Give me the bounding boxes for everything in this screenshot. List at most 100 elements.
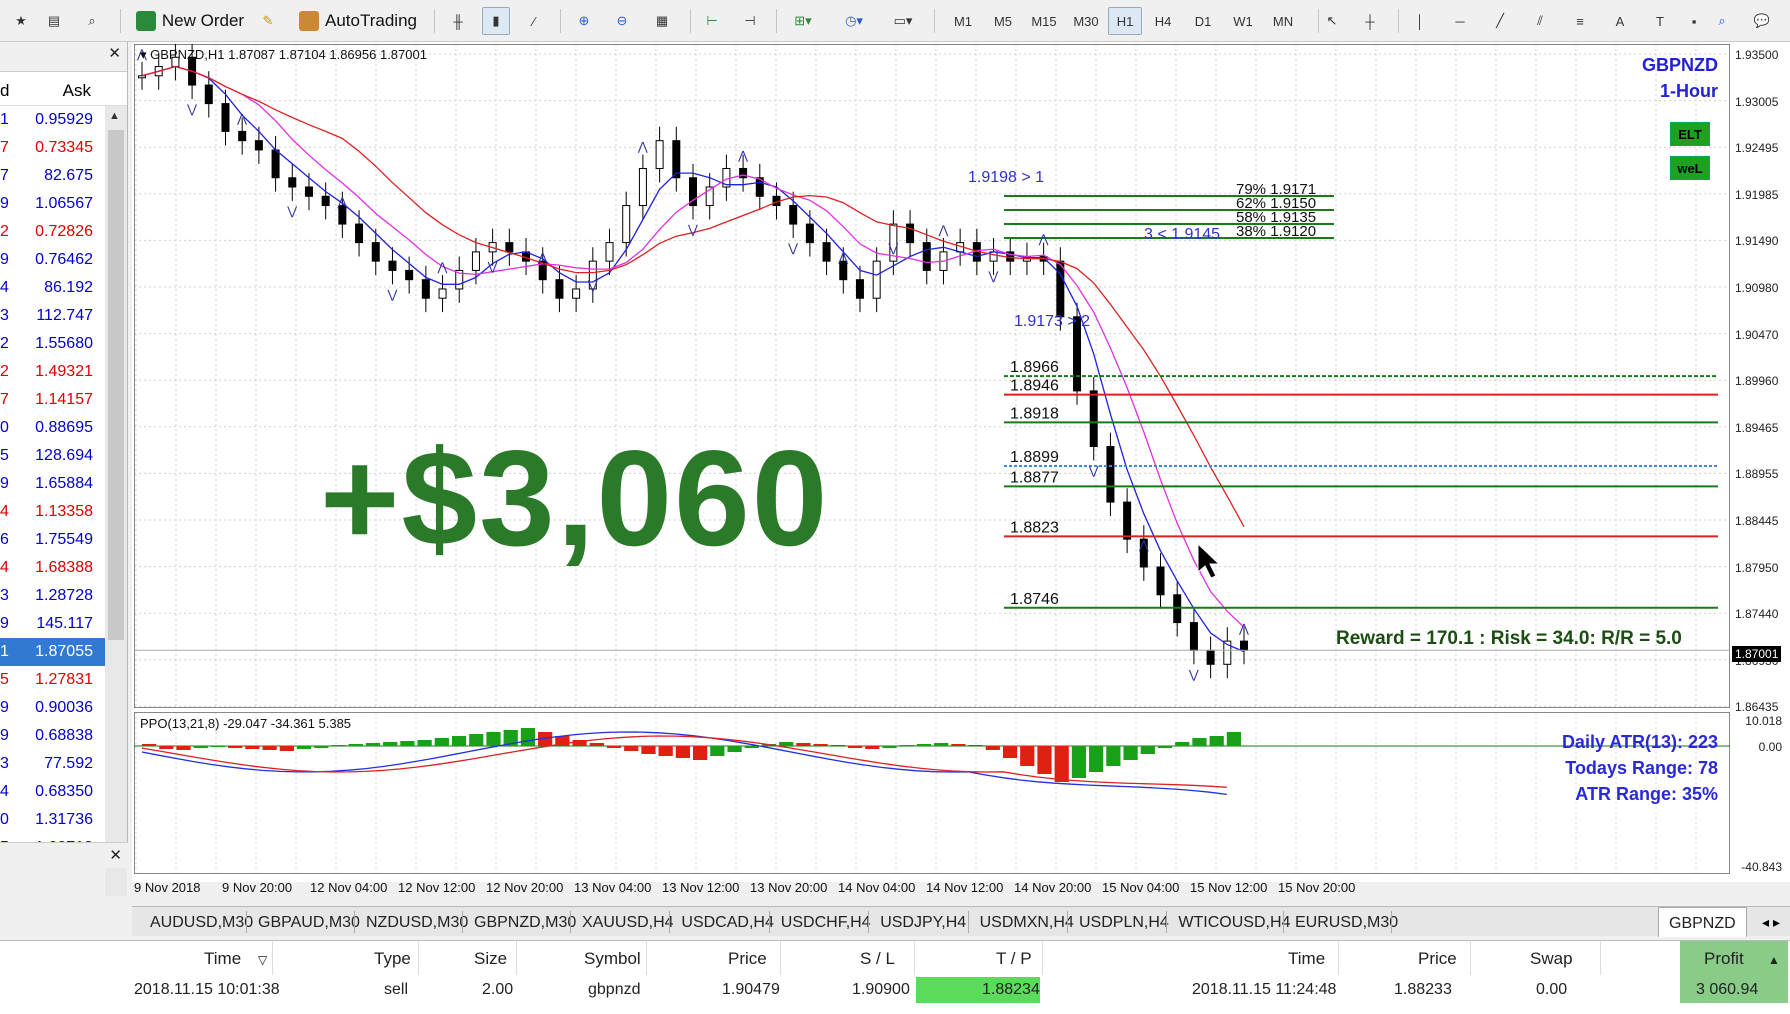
chart-tab[interactable]: GBPAUD,M30 bbox=[258, 914, 360, 932]
candlestick-chart-icon[interactable]: ▮ bbox=[482, 7, 510, 35]
tab-divider bbox=[768, 911, 770, 933]
close-icon[interactable]: ✕ bbox=[108, 44, 121, 62]
timeframe-d1[interactable]: D1 bbox=[1186, 7, 1220, 35]
trade-profit[interactable]: 3 060.94 bbox=[1696, 981, 1758, 999]
level-label: 1.8823 bbox=[1010, 519, 1059, 536]
timeframe-m15[interactable]: M15 bbox=[1024, 7, 1064, 35]
indicators-icon[interactable]: ⊞▾ bbox=[786, 7, 820, 35]
header-price[interactable]: Price bbox=[728, 949, 767, 969]
header-type[interactable]: Type bbox=[374, 949, 411, 969]
chart-tab[interactable]: WTICOUSD,H4 bbox=[1178, 914, 1290, 932]
chart-tab[interactable]: GBPNZD,M30 bbox=[474, 914, 576, 932]
trendline-icon[interactable]: ╱ bbox=[1486, 7, 1514, 35]
ppo-histogram-bar bbox=[486, 732, 501, 746]
fractal-arrow: ⋁ bbox=[587, 278, 598, 292]
crosshair-icon[interactable]: ┼ bbox=[1356, 7, 1384, 35]
history-icon[interactable]: ⌕ bbox=[78, 7, 106, 35]
cursor-icon[interactable]: ↖ bbox=[1318, 7, 1346, 35]
text-icon[interactable]: A bbox=[1606, 7, 1634, 35]
ppo-indicator-panel[interactable] bbox=[134, 712, 1730, 874]
trade-time[interactable]: 2018.11.15 10:01:38 bbox=[134, 981, 280, 999]
chart-tab[interactable]: EURUSD,M30 bbox=[1295, 914, 1398, 932]
chart-tab[interactable]: XAUUSD,H4 bbox=[582, 914, 674, 932]
equidistant-channel-icon[interactable]: ⫽ bbox=[1526, 7, 1554, 35]
time-tick: 12 Nov 20:00 bbox=[486, 880, 564, 895]
timeframe-m30[interactable]: M30 bbox=[1066, 7, 1106, 35]
market-watch-scrollbar[interactable]: ▲ ▼ bbox=[105, 106, 127, 896]
price-tick: 1.91985 bbox=[1735, 187, 1779, 202]
column-header-bid[interactable]: d bbox=[0, 81, 9, 101]
new-order-button[interactable]: New Order bbox=[132, 7, 248, 35]
chart-shift-icon[interactable]: ⊣ bbox=[736, 7, 764, 35]
bid-fragment: 9 bbox=[0, 195, 9, 212]
zoom-in-icon[interactable]: ⊕ bbox=[570, 7, 598, 35]
periods-icon[interactable]: ◷▾ bbox=[836, 7, 872, 35]
chart-tab[interactable]: USDJPY,H4 bbox=[880, 914, 966, 932]
trade-size[interactable]: 2.00 bbox=[482, 981, 513, 999]
column-header-ask[interactable]: Ask bbox=[63, 81, 91, 101]
zoom-out-icon[interactable]: ⊖ bbox=[608, 7, 636, 35]
sort-icon[interactable]: ▽ bbox=[258, 953, 267, 967]
close-icon[interactable]: ✕ bbox=[109, 846, 122, 864]
time-tick: 14 Nov 20:00 bbox=[1014, 880, 1092, 895]
tab-scroll-arrows[interactable]: ◂ ▸ bbox=[1762, 914, 1780, 931]
header-sl[interactable]: S / L bbox=[860, 949, 895, 969]
ask-value: 1.87055 bbox=[35, 643, 93, 660]
chart-tab[interactable]: GBPNZD bbox=[1658, 907, 1747, 937]
tile-windows-icon[interactable]: ▦ bbox=[648, 7, 676, 35]
header-swap[interactable]: Swap bbox=[1530, 949, 1573, 969]
ppo-histogram-bar bbox=[658, 746, 673, 756]
search-icon[interactable]: ⌕ bbox=[1708, 7, 1736, 35]
trade-price[interactable]: 1.90479 bbox=[722, 981, 780, 999]
header-profit[interactable]: Profit bbox=[1704, 949, 1744, 969]
trade-sl[interactable]: 1.90900 bbox=[852, 981, 910, 999]
candle-body bbox=[221, 103, 230, 132]
trade-symbol[interactable]: gbpnzd bbox=[588, 981, 641, 999]
header-close-price[interactable]: Price bbox=[1418, 949, 1457, 969]
wel-badge[interactable]: weL bbox=[1670, 156, 1710, 180]
trade-close-time[interactable]: 2018.11.15 11:24:48 bbox=[1192, 981, 1336, 999]
header-close-time[interactable]: Time bbox=[1288, 949, 1325, 969]
meta-editor-icon[interactable]: ✎ bbox=[254, 7, 282, 35]
horizontal-line-icon[interactable]: ─ bbox=[1446, 7, 1474, 35]
line-chart-icon[interactable]: ∕ bbox=[520, 7, 548, 35]
timeframe-w1[interactable]: W1 bbox=[1226, 7, 1260, 35]
scroll-up-icon[interactable]: ▲ bbox=[109, 110, 120, 122]
arrows-icon[interactable]: ▪ bbox=[1680, 7, 1708, 35]
fibonacci-icon[interactable]: ≡ bbox=[1566, 7, 1594, 35]
timeframe-h4[interactable]: H4 bbox=[1146, 7, 1180, 35]
autoscroll-icon[interactable]: ⊢ bbox=[698, 7, 726, 35]
navigator-icon[interactable]: ▤ bbox=[40, 7, 68, 35]
trade-type[interactable]: sell bbox=[384, 981, 408, 999]
ask-value: 0.68350 bbox=[35, 783, 93, 800]
vertical-line-icon[interactable]: │ bbox=[1406, 7, 1434, 35]
timeframe-m5[interactable]: M5 bbox=[986, 7, 1020, 35]
timeframe-h1[interactable]: H1 bbox=[1108, 7, 1142, 35]
header-symbol[interactable]: Symbol bbox=[584, 949, 641, 969]
header-size[interactable]: Size bbox=[474, 949, 507, 969]
auto-trading-button[interactable]: AutoTrading bbox=[294, 7, 422, 35]
chart-tab[interactable]: NZDUSD,M30 bbox=[366, 914, 468, 932]
chart-tab[interactable]: USDCAD,H4 bbox=[681, 914, 773, 932]
bar-chart-icon[interactable]: ╫ bbox=[444, 7, 472, 35]
price-chart[interactable]: 1.8966 1.8946 1.8918 1.8899 1.8877 1.8823 1.87… bbox=[134, 43, 1730, 708]
chart-tab[interactable]: USDPLN,H4 bbox=[1079, 914, 1169, 932]
header-tp[interactable]: T / P bbox=[996, 949, 1032, 969]
chat-icon[interactable]: 💬 bbox=[1748, 7, 1776, 35]
elt-badge[interactable]: ELT bbox=[1670, 122, 1710, 146]
trade-close-price[interactable]: 1.88233 bbox=[1394, 981, 1452, 999]
favorites-icon[interactable]: ★ bbox=[6, 7, 36, 35]
templates-icon[interactable]: ▭▾ bbox=[884, 7, 922, 35]
trade-tp[interactable]: 1.88234 bbox=[982, 981, 1040, 999]
header-time[interactable]: Time bbox=[204, 949, 241, 969]
chart-tab[interactable]: AUDUSD,M30 bbox=[150, 914, 253, 932]
timeframe-m1[interactable]: M1 bbox=[946, 7, 980, 35]
scroll-up-icon[interactable]: ▲ bbox=[1768, 953, 1780, 967]
ppo-histogram-bar bbox=[1140, 746, 1155, 754]
timeframe-mn[interactable]: MN bbox=[1266, 7, 1300, 35]
trade-swap[interactable]: 0.00 bbox=[1536, 981, 1567, 999]
chart-tab[interactable]: USDMXN,H4 bbox=[980, 914, 1074, 932]
text-label-icon[interactable]: T bbox=[1646, 7, 1674, 35]
chart-tab[interactable]: USDCHF,H4 bbox=[781, 914, 871, 932]
scrollbar-thumb[interactable] bbox=[108, 130, 124, 640]
